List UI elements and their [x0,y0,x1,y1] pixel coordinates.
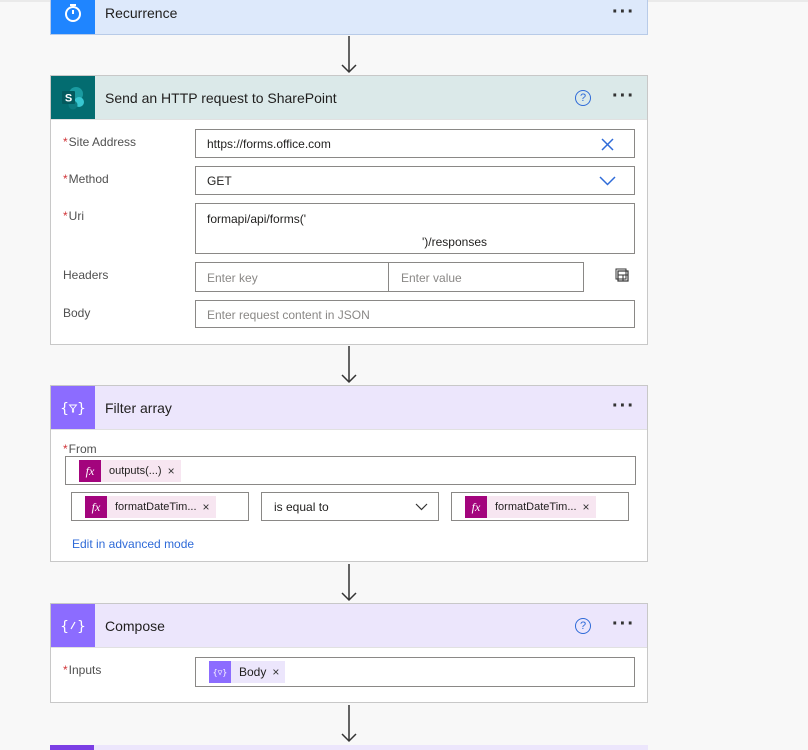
svg-text:{ }: { } [61,619,85,635]
header-value-placeholder: Enter value [401,271,462,285]
uri-label: *Uri [63,209,84,223]
remove-token-icon[interactable]: × [168,464,181,478]
operator-dropdown[interactable]: is equal to [261,492,439,521]
chevron-down-icon [599,176,616,186]
timer-icon [51,0,95,34]
help-icon[interactable]: ? [575,618,591,634]
required-marker: * [63,209,68,223]
site-address-value: https://forms.office.com [207,137,331,151]
sharepoint-icon: S [51,76,95,119]
svg-text:{ }: { } [61,401,85,417]
format-date-token-left[interactable]: fx formatDateTim... × [85,496,216,518]
left-token-label: formatDateTim... [115,501,197,513]
compose-header[interactable]: { } Compose ? ··· [51,604,647,648]
remove-token-icon[interactable]: × [583,500,596,514]
connector-arrow [341,36,357,74]
right-token-label: formatDateTim... [495,501,577,513]
site-address-label-text: Site Address [68,135,137,149]
inputs-label: *Inputs [63,663,101,677]
connector-arrow [341,705,357,743]
body-token[interactable]: {▽} Body × [209,661,286,683]
required-marker: * [63,663,68,677]
filter-array-title: Filter array [105,400,172,416]
http-more-button[interactable]: ··· [612,76,635,116]
headers-label: Headers [63,268,109,282]
connector-arrow [341,564,357,602]
expression-icon: fx [79,460,101,482]
required-marker: * [63,135,68,149]
method-dropdown[interactable]: GET [195,166,635,195]
from-label-text: From [68,442,97,456]
site-address-field[interactable]: https://forms.office.com [195,129,635,158]
connector-arrow [341,346,357,384]
header-key-placeholder: Enter key [207,271,258,285]
operator-value: is equal to [274,500,329,514]
svg-text:S: S [65,92,72,104]
compose-more-button[interactable]: ··· [612,604,635,644]
http-header[interactable]: S Send an HTTP request to SharePoint ? ·… [51,76,647,120]
header-value-input[interactable]: Enter value [388,262,584,292]
expression-icon: fx [465,496,487,518]
body-token-label: Body [239,665,267,679]
site-address-label: *Site Address [63,135,136,149]
uri-line-1: formapi/api/forms(' [207,212,306,226]
table-mode-icon[interactable] [615,268,629,282]
condition-right-input[interactable]: fx formatDateTim... × [451,492,629,521]
recurrence-title: Recurrence [105,5,178,21]
remove-token-icon[interactable]: × [203,500,216,514]
next-step-card[interactable] [50,745,648,750]
filter-more-button[interactable]: ··· [612,386,635,426]
outputs-token[interactable]: fx outputs(...) × [79,460,181,482]
inputs-field[interactable]: {▽} Body × [195,657,635,687]
uri-label-text: Uri [68,209,84,223]
recurrence-header[interactable]: Recurrence ··· [51,0,647,34]
from-label: *From [63,442,97,456]
method-label-text: Method [68,172,109,186]
compose-card[interactable]: { } Compose ? ··· *Inputs {▽} Body × [50,603,648,703]
edit-advanced-mode-link[interactable]: Edit in advanced mode [72,537,194,551]
required-marker: * [63,442,68,456]
next-step-icon [50,745,94,750]
http-card[interactable]: S Send an HTTP request to SharePoint ? ·… [50,75,648,345]
filter-array-icon: { } [51,386,95,429]
from-input[interactable]: fx outputs(...) × [65,456,636,485]
filter-array-card[interactable]: { } Filter array ··· *From fx outputs(..… [50,385,648,562]
body-input[interactable]: Enter request content in JSON [195,300,635,328]
compose-title: Compose [105,618,165,634]
filter-array-icon: {▽} [209,661,231,683]
filter-array-header[interactable]: { } Filter array ··· [51,386,647,430]
inputs-label-text: Inputs [68,663,102,677]
recurrence-card[interactable]: Recurrence ··· [50,0,648,35]
required-marker: * [63,172,68,186]
method-value: GET [207,174,232,188]
body-label: Body [63,306,91,320]
expression-icon: fx [85,496,107,518]
help-icon[interactable]: ? [575,90,591,106]
http-title: Send an HTTP request to SharePoint [105,90,337,106]
outputs-token-label: outputs(...) [109,465,162,477]
condition-left-input[interactable]: fx formatDateTim... × [71,492,249,521]
uri-field[interactable]: formapi/api/forms(' ')/responses [195,203,635,254]
compose-icon: { } [51,604,95,647]
recurrence-more-button[interactable]: ··· [612,0,635,33]
body-placeholder: Enter request content in JSON [207,308,370,322]
method-label: *Method [63,172,109,186]
uri-line-2: ')/responses [422,235,487,249]
chevron-down-icon [415,503,428,511]
header-key-input[interactable]: Enter key [195,262,389,292]
format-date-token-right[interactable]: fx formatDateTim... × [465,496,596,518]
clear-icon[interactable] [601,138,614,151]
remove-token-icon[interactable]: × [272,665,285,679]
